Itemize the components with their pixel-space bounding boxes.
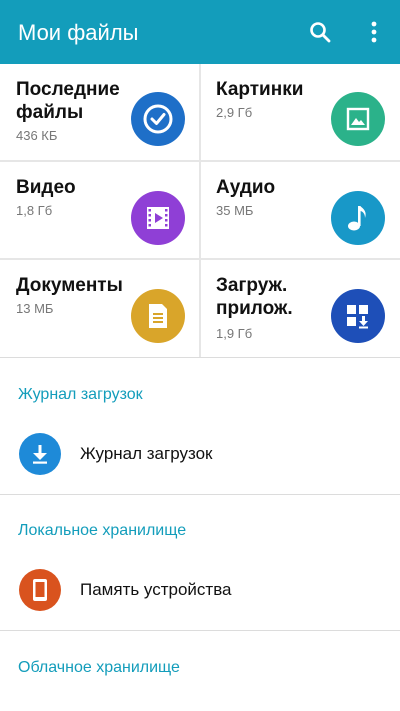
section-divider xyxy=(0,494,400,495)
app-bar: Мои файлы xyxy=(0,0,400,64)
grid-divider xyxy=(199,64,201,358)
tile-size: 13 МБ xyxy=(16,301,54,316)
category-grid: Последние файлы 436 КБ Картинки 2,9 Гб В… xyxy=(0,64,400,358)
list-item-label: Журнал загрузок xyxy=(80,444,213,463)
phone-icon xyxy=(19,569,61,611)
tile-name: Аудио xyxy=(216,177,276,198)
page-title: Мои файлы xyxy=(18,20,139,45)
tile-name: Видео xyxy=(16,177,76,198)
more-options-button[interactable] xyxy=(356,14,392,50)
tile-name: Картинки xyxy=(216,79,304,100)
tile-recent-files[interactable]: Последние файлы 436 КБ xyxy=(0,64,200,162)
more-vertical-icon xyxy=(371,21,377,43)
tile-name: Загруж. прилож. xyxy=(216,275,293,319)
section-header-download-history: Журнал загрузок xyxy=(18,386,143,403)
section-divider xyxy=(0,630,400,631)
list-item-label: Память устройства xyxy=(80,580,232,599)
tile-documents[interactable]: Документы 13 МБ xyxy=(0,260,200,358)
clock-icon xyxy=(131,92,185,146)
document-icon xyxy=(131,289,185,343)
tile-size: 1,9 Гб xyxy=(216,326,253,341)
tile-downloaded-apps[interactable]: Загруж. прилож. 1,9 Гб xyxy=(200,260,400,358)
video-icon xyxy=(131,191,185,245)
tile-name: Последние файлы xyxy=(16,79,120,123)
search-icon xyxy=(310,22,331,43)
section-header-cloud-storage: Облачное хранилище xyxy=(18,659,180,676)
list-item-download-history[interactable]: Журнал загрузок xyxy=(0,426,400,482)
tile-audio[interactable]: Аудио 35 МБ xyxy=(200,162,400,260)
image-icon xyxy=(331,92,385,146)
tile-size: 2,9 Гб xyxy=(216,105,253,120)
tile-size: 436 КБ xyxy=(16,128,58,143)
list-item-device-storage[interactable]: Память устройства xyxy=(0,562,400,618)
tile-size: 35 МБ xyxy=(216,203,254,218)
section-header-local-storage: Локальное хранилище xyxy=(18,522,187,539)
tile-size: 1,8 Гб xyxy=(16,203,53,218)
grid-bottom-divider xyxy=(0,357,400,358)
download-icon xyxy=(19,433,61,475)
music-note-icon xyxy=(331,191,385,245)
search-button[interactable] xyxy=(302,14,338,50)
apps-download-icon xyxy=(331,289,385,343)
tile-name: Документы xyxy=(16,275,123,296)
tile-video[interactable]: Видео 1,8 Гб xyxy=(0,162,200,260)
tile-images[interactable]: Картинки 2,9 Гб xyxy=(200,64,400,162)
